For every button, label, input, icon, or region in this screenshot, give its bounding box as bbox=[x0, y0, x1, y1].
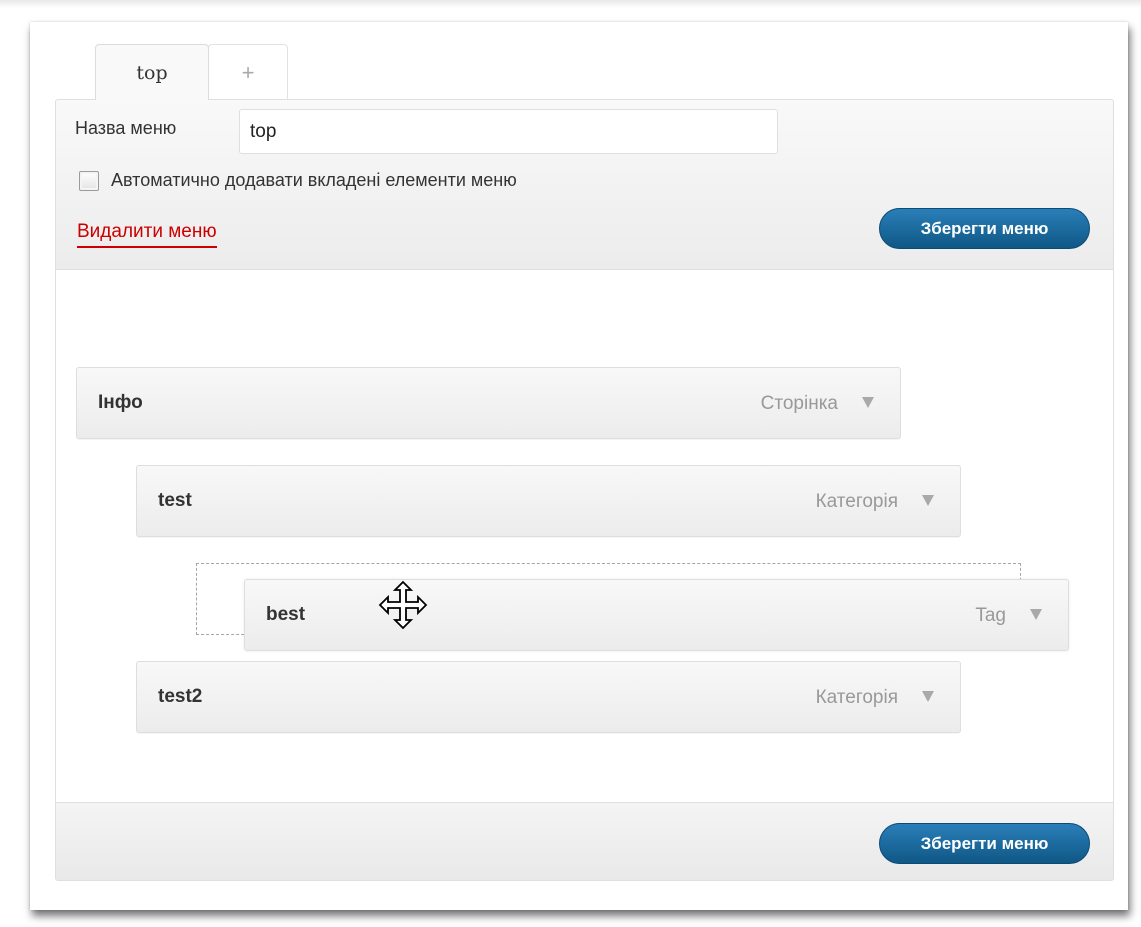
triangle-down-icon[interactable] bbox=[922, 495, 934, 506]
triangle-down-icon[interactable] bbox=[922, 691, 934, 702]
menu-name-input[interactable] bbox=[239, 109, 778, 154]
save-menu-button-bottom[interactable]: Зберегти меню bbox=[879, 823, 1090, 864]
tab-top-label: top bbox=[136, 61, 168, 84]
menu-item-info[interactable]: Інфо Сторінка bbox=[76, 367, 901, 439]
menu-item-type: Сторінка bbox=[760, 393, 838, 414]
menu-item-best[interactable]: best Tag bbox=[244, 579, 1069, 651]
triangle-down-icon[interactable] bbox=[1030, 609, 1042, 620]
menu-item-title: test2 bbox=[158, 686, 203, 707]
plus-icon: + bbox=[241, 59, 255, 85]
auto-add-label: Автоматично додавати вкладені елементи м… bbox=[111, 170, 517, 190]
menu-item-title: best bbox=[266, 604, 306, 625]
add-menu-tab[interactable]: + bbox=[208, 44, 288, 100]
window-top-shade bbox=[0, 0, 1141, 8]
menu-item-type: Tag bbox=[975, 605, 1006, 626]
menu-item-test[interactable]: test Категорія bbox=[136, 465, 961, 537]
menu-item-title: Інфо bbox=[98, 392, 143, 413]
menu-name-label: Назва меню bbox=[75, 118, 177, 138]
auto-add-checkbox[interactable] bbox=[79, 171, 99, 191]
menu-item-type: Категорія bbox=[815, 491, 898, 512]
move-cursor-icon bbox=[378, 580, 428, 630]
save-menu-button-top[interactable]: Зберегти меню bbox=[879, 208, 1090, 249]
menu-item-type: Категорія bbox=[815, 687, 898, 708]
delete-menu-link[interactable]: Видалити меню bbox=[77, 221, 217, 248]
tab-top[interactable]: top bbox=[95, 44, 209, 100]
menu-item-test2[interactable]: test2 Категорія bbox=[136, 661, 961, 733]
menu-item-title: test bbox=[158, 490, 192, 511]
triangle-down-icon[interactable] bbox=[862, 397, 874, 408]
